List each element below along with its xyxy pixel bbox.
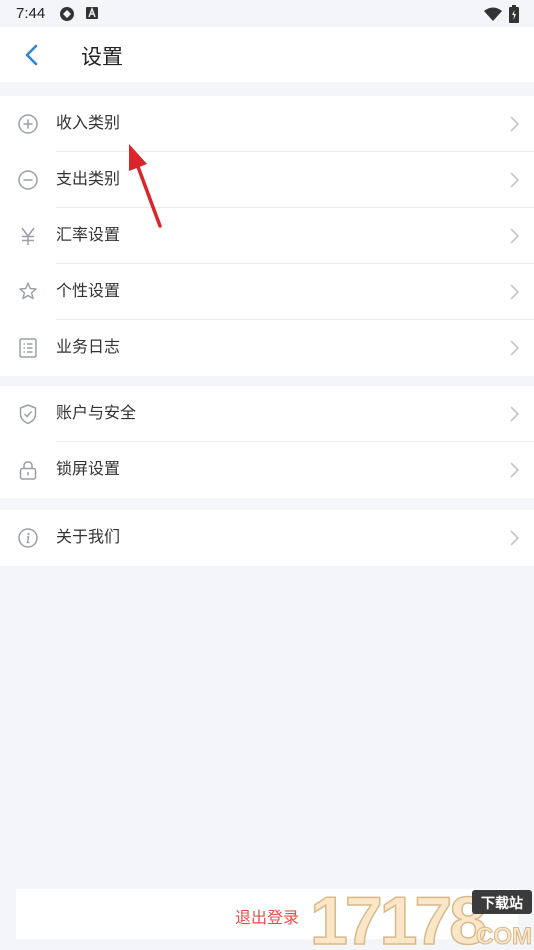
menu-item-label: 个性设置 <box>56 283 121 300</box>
keyboard-notification-icon <box>86 7 98 19</box>
document-list-icon <box>19 338 37 358</box>
menu-item-label: 汇率设置 <box>56 227 121 244</box>
minus-circle-icon <box>18 170 38 190</box>
settings-group-about: 关于我们 <box>0 510 534 566</box>
chevron-right-icon <box>510 116 520 132</box>
info-icon <box>18 528 38 548</box>
chevron-right-icon <box>510 340 520 356</box>
back-arrow-icon[interactable] <box>18 41 46 69</box>
chevron-right-icon <box>510 284 520 300</box>
menu-item-label: 账户与安全 <box>56 405 137 422</box>
svg-text:17178: 17178 <box>310 884 485 950</box>
menu-item-label: 收入类别 <box>56 115 121 132</box>
settings-group-general: 收入类别 支出类别 汇率设置 个性设置 业务日志 <box>0 96 534 376</box>
menu-item-label: 关于我们 <box>56 529 121 546</box>
app-notification-icon <box>60 7 74 21</box>
star-badge-icon <box>19 282 37 300</box>
page-title: 设置 <box>81 46 123 69</box>
chevron-right-icon <box>510 228 520 244</box>
yuan-icon <box>21 227 35 245</box>
menu-item-label: 支出类别 <box>56 171 121 188</box>
menu-item-personalization[interactable]: 个性设置 <box>0 264 534 320</box>
lock-icon <box>19 461 37 480</box>
menu-item-label: 锁屏设置 <box>56 461 121 478</box>
chevron-right-icon <box>510 462 520 478</box>
watermark-logo: 17178 下载站 COM <box>309 884 532 950</box>
app-header: 设置 <box>0 27 534 82</box>
battery-icon <box>509 5 519 23</box>
chevron-right-icon <box>510 530 520 546</box>
chevron-right-icon <box>510 406 520 422</box>
menu-item-account-security[interactable]: 账户与安全 <box>0 386 534 442</box>
wifi-icon <box>484 7 502 21</box>
annotation-arrow-icon <box>129 144 162 228</box>
menu-item-label: 业务日志 <box>56 339 121 356</box>
svg-text:下载站: 下载站 <box>481 895 523 912</box>
menu-item-business-log[interactable]: 业务日志 <box>0 320 534 376</box>
menu-item-exchange-rate[interactable]: 汇率设置 <box>0 208 534 264</box>
menu-item-lock-screen[interactable]: 锁屏设置 <box>0 442 534 498</box>
menu-item-income-categories[interactable]: 收入类别 <box>0 96 534 152</box>
status-time: 7:44 <box>16 5 46 22</box>
plus-circle-icon <box>18 114 38 134</box>
settings-group-security: 账户与安全 锁屏设置 <box>0 386 534 498</box>
menu-item-about-us[interactable]: 关于我们 <box>0 510 534 566</box>
chevron-right-icon <box>510 172 520 188</box>
menu-item-expense-categories[interactable]: 支出类别 <box>0 152 534 208</box>
status-bar: 7:44 <box>0 0 534 27</box>
svg-text:COM: COM <box>476 923 532 950</box>
shield-check-icon <box>19 404 37 425</box>
